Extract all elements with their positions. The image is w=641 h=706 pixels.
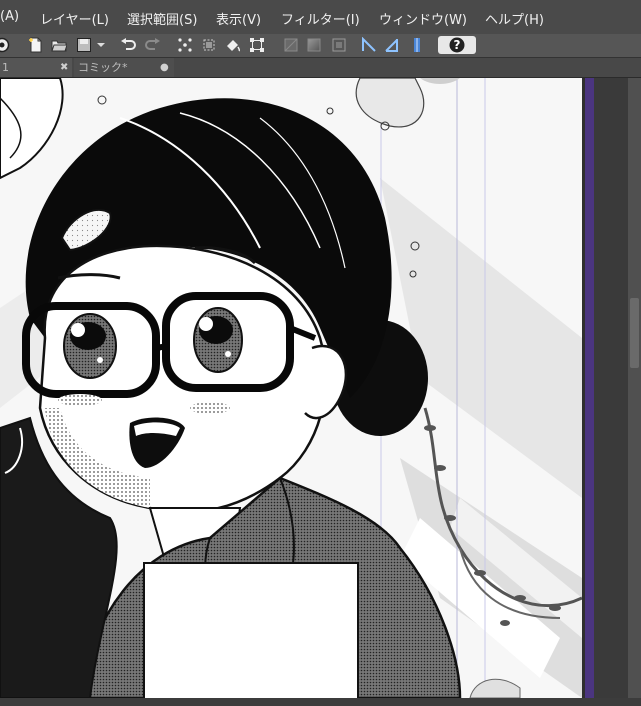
- gradient-icon[interactable]: [306, 37, 322, 53]
- menu-help[interactable]: ヘルプ(H): [485, 9, 544, 28]
- help-button[interactable]: ?: [438, 36, 476, 54]
- manga-illustration: [0, 78, 582, 698]
- canvas-page[interactable]: [0, 78, 582, 698]
- snap-special-ruler-icon[interactable]: [384, 37, 400, 53]
- modified-dot-icon[interactable]: ●: [160, 58, 169, 77]
- canvas-edge-accent: [585, 78, 594, 698]
- tab-comic[interactable]: コミック* ●: [74, 58, 174, 77]
- scrollbar-thumb[interactable]: [630, 298, 639, 368]
- snap-ruler-icon[interactable]: [361, 37, 377, 53]
- new-file-icon[interactable]: [28, 37, 44, 53]
- frame-icon[interactable]: [331, 37, 347, 53]
- open-folder-icon[interactable]: [51, 37, 67, 53]
- close-icon[interactable]: ✖: [60, 58, 68, 77]
- menu-view[interactable]: 表示(V): [216, 9, 261, 28]
- menu-edit[interactable]: (A): [0, 9, 19, 24]
- deselect-icon[interactable]: [201, 37, 217, 53]
- snap-grid-icon[interactable]: [409, 37, 425, 53]
- undo-icon[interactable]: [120, 37, 136, 53]
- tab-document-1[interactable]: 1 ✖: [0, 58, 72, 77]
- ruler-hide-icon[interactable]: [283, 37, 299, 53]
- vertical-scrollbar[interactable]: [628, 78, 641, 698]
- chevron-down-icon[interactable]: [93, 37, 105, 53]
- menu-selection[interactable]: 選択範囲(S): [127, 9, 197, 28]
- menu-window[interactable]: ウィンドウ(W): [379, 9, 467, 28]
- fill-icon[interactable]: [225, 37, 241, 53]
- app-icon[interactable]: [0, 37, 10, 53]
- redo-icon[interactable]: [145, 37, 161, 53]
- menu-bar: (A) レイヤー(L) 選択範囲(S) 表示(V) フィルター(I) ウィンドウ…: [0, 0, 641, 35]
- canvas-area[interactable]: [0, 78, 594, 698]
- save-icon[interactable]: [76, 37, 92, 53]
- menu-filter[interactable]: フィルター(I): [281, 9, 360, 28]
- command-bar: ?: [0, 34, 641, 58]
- tab-label: 1: [2, 61, 9, 74]
- select-all-icon[interactable]: [177, 37, 193, 53]
- status-bar: [0, 698, 641, 706]
- help-label: ?: [453, 38, 461, 52]
- tab-label: コミック*: [78, 61, 128, 74]
- menu-layer[interactable]: レイヤー(L): [40, 9, 109, 28]
- document-tab-bar: 1 ✖ コミック* ●: [0, 58, 641, 78]
- transform-icon[interactable]: [249, 37, 265, 53]
